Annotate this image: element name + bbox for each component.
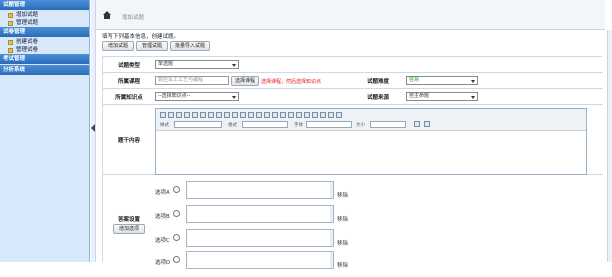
sidebar-item-create-paper[interactable]: 创建试卷 — [0, 38, 89, 46]
page-title: 增加试题 — [122, 15, 145, 21]
size-combo[interactable] — [370, 121, 406, 128]
sidebar-item-manage-paper[interactable]: 管理试卷 — [0, 46, 89, 54]
sidebar-item-label: 增加试题 — [16, 12, 39, 18]
editor-toolbar: 样式 格式 字体 大小 — [156, 109, 586, 131]
sidebar-section-question[interactable]: 试题管理 — [0, 0, 89, 10]
breadcrumb: 增加试题 — [96, 0, 605, 30]
paste-icon[interactable] — [192, 112, 198, 118]
bold-icon[interactable] — [248, 112, 254, 118]
underline-icon[interactable] — [264, 112, 270, 118]
scrollbar[interactable] — [330, 230, 333, 246]
option-radio[interactable] — [173, 234, 180, 241]
image-icon[interactable] — [320, 112, 326, 118]
folder-icon — [8, 12, 13, 18]
remove-format-icon[interactable] — [240, 112, 246, 118]
option-label: 选项A — [155, 190, 170, 196]
option-row: 选项A 移除 — [155, 181, 385, 207]
scrollbar[interactable] — [330, 252, 333, 268]
undo-icon[interactable] — [200, 112, 206, 118]
add-question-button[interactable]: 增加试题 — [102, 41, 134, 51]
sidebar-item-manage-question[interactable]: 管理试题 — [0, 19, 89, 27]
scrollbar[interactable] — [330, 182, 333, 198]
intro-text: 填写下列基本信息，创建试题。 — [102, 34, 180, 40]
text-color-icon[interactable] — [414, 121, 420, 127]
source-icon[interactable] — [160, 112, 166, 118]
cut-icon[interactable] — [176, 112, 182, 118]
scrollbar[interactable] — [330, 206, 333, 222]
replace-icon[interactable] — [224, 112, 230, 118]
sidebar: 试题管理 增加试题 管理试题 试卷管理 创建试卷 管理试卷 考试管理 分析系统 — [0, 0, 90, 262]
option-row: 选项D 移除 — [155, 251, 385, 277]
main-panel: 增加试题 填写下列基本信息，创建试题。 增加试题 管理试题 批量导入试题 试题类… — [96, 0, 612, 269]
rich-text-editor[interactable]: 样式 格式 字体 大小 — [155, 108, 587, 175]
type-select[interactable]: 单选题 — [155, 60, 239, 69]
option-textarea[interactable] — [186, 229, 334, 247]
select-all-icon[interactable] — [232, 112, 238, 118]
knowledge-select[interactable]: --选择知识点-- — [155, 92, 239, 101]
font-combo[interactable] — [306, 121, 352, 128]
option-label: 选项C — [155, 238, 170, 244]
unordered-list-icon[interactable] — [288, 112, 294, 118]
option-textarea[interactable] — [186, 181, 334, 199]
batch-import-button[interactable]: 批量导入试题 — [170, 41, 210, 51]
table-icon[interactable] — [328, 112, 334, 118]
bg-color-icon[interactable] — [424, 121, 430, 127]
option-radio[interactable] — [173, 186, 180, 193]
select-course-button[interactable]: 选择课程 — [231, 76, 259, 86]
home-icon[interactable] — [102, 10, 112, 20]
difficulty-select[interactable]: 容易 — [406, 76, 478, 85]
option-row: 选项B 移除 — [155, 205, 385, 231]
redo-icon[interactable] — [208, 112, 214, 118]
type-label: 试题类型 — [117, 63, 140, 69]
size-label: 大小 — [356, 123, 365, 128]
align-right-icon[interactable] — [312, 112, 318, 118]
remove-option-link[interactable]: 移除 — [337, 215, 348, 223]
sidebar-section-exam[interactable]: 考试管理 — [0, 54, 89, 64]
remove-option-link[interactable]: 移除 — [337, 191, 348, 199]
page-scrollbar[interactable] — [607, 30, 612, 262]
style-label: 样式 — [160, 123, 169, 128]
option-textarea[interactable] — [186, 251, 334, 269]
folder-icon — [8, 39, 13, 45]
course-input[interactable]: 数控车工工艺与编程 — [155, 76, 229, 85]
option-radio[interactable] — [173, 210, 180, 217]
add-option-button[interactable]: 增加选项 — [113, 224, 145, 234]
folder-icon — [8, 47, 13, 53]
difficulty-label: 试题难度 — [366, 79, 389, 85]
course-hint: 选择课程，然后选择知识点 — [261, 79, 322, 85]
format-label: 格式 — [228, 123, 237, 128]
sidebar-section-paper[interactable]: 试卷管理 — [0, 27, 89, 37]
source-label: 试题来源 — [366, 95, 389, 101]
copy-icon[interactable] — [184, 112, 190, 118]
sidebar-item-label: 管理试卷 — [16, 47, 39, 53]
save-icon[interactable] — [168, 112, 174, 118]
align-center-icon[interactable] — [304, 112, 310, 118]
sidebar-section-analysis[interactable]: 分析系统 — [0, 65, 89, 75]
find-icon[interactable] — [216, 112, 222, 118]
sidebar-item-label: 创建试卷 — [16, 39, 39, 45]
remove-option-link[interactable]: 移除 — [337, 239, 348, 247]
font-label: 字体 — [294, 123, 303, 128]
course-label: 所属课程 — [117, 79, 140, 85]
answer-label: 答案设置 — [117, 217, 140, 223]
folder-icon — [8, 20, 13, 26]
option-textarea[interactable] — [186, 205, 334, 223]
style-combo[interactable] — [174, 121, 222, 128]
strike-icon[interactable] — [272, 112, 278, 118]
format-combo[interactable] — [242, 121, 288, 128]
option-label: 选项D — [155, 260, 171, 266]
remove-option-link[interactable]: 移除 — [337, 261, 348, 269]
ordered-list-icon[interactable] — [280, 112, 286, 118]
smiley-icon[interactable] — [336, 112, 342, 118]
collapse-arrow-icon — [91, 124, 95, 132]
sidebar-item-add-question[interactable]: 增加试题 — [0, 11, 89, 19]
content-label: 题干内容 — [117, 138, 140, 144]
italic-icon[interactable] — [256, 112, 262, 118]
source-select[interactable]: 自主命题 — [406, 92, 478, 101]
align-left-icon[interactable] — [296, 112, 302, 118]
option-label: 选项B — [155, 214, 170, 220]
knowledge-label: 所属知识点 — [115, 95, 143, 101]
sidebar-item-label: 管理试题 — [16, 20, 39, 26]
manage-question-button[interactable]: 管理试题 — [136, 41, 168, 51]
